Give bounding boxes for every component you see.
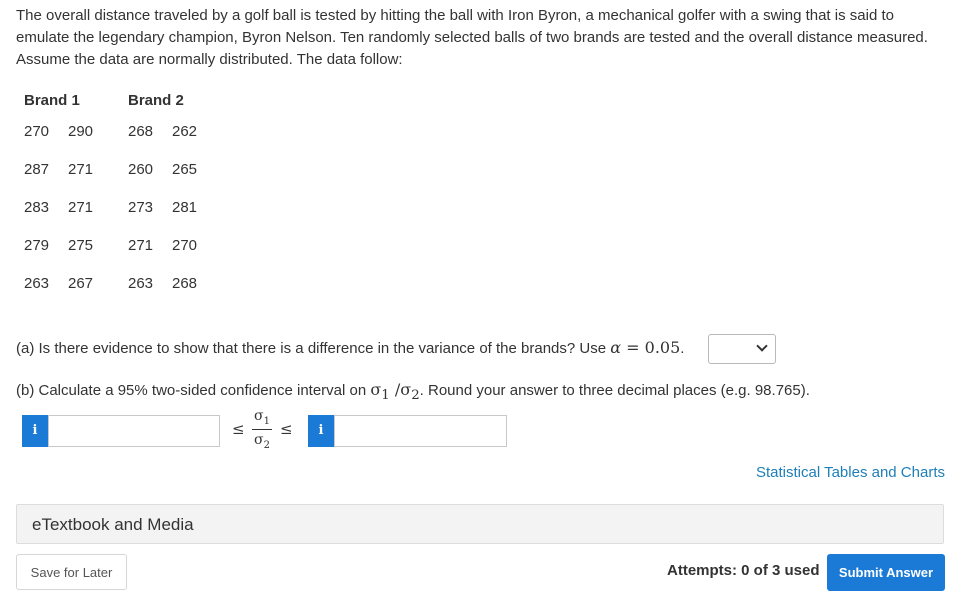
table-row: 283 271 273 281 — [24, 188, 216, 226]
info-icon[interactable]: i — [308, 415, 334, 447]
brand-2-header: Brand 2 — [128, 91, 184, 109]
fraction-numerator: σ1 — [254, 408, 270, 427]
less-equal-symbol: ≤ — [280, 420, 293, 438]
chevron-down-icon — [756, 340, 768, 352]
table-cell: 260 — [128, 160, 154, 178]
part-b-question: (b) Calculate a 95% two-sided confidence… — [16, 380, 810, 403]
table-row: 279 275 271 270 — [24, 226, 216, 264]
table-cell: 283 — [24, 198, 50, 216]
sigma2-symbol: σ — [254, 432, 264, 448]
table-cell: 270 — [172, 236, 198, 254]
brand-1-header: Brand 1 — [24, 91, 80, 109]
part-a-text: (a) Is there evidence to show that there… — [16, 340, 607, 357]
table-cell: 262 — [172, 122, 198, 140]
table-cell: 271 — [68, 198, 94, 216]
sigma1-subscript: 1 — [263, 415, 270, 427]
part-a-question: (a) Is there evidence to show that there… — [16, 338, 684, 357]
sigma-ratio-inline: σ1 /σ2 — [370, 380, 419, 403]
lower-bound-input[interactable] — [48, 415, 220, 447]
table-cell: 270 — [24, 122, 50, 140]
less-equal-symbol: ≤ — [232, 420, 245, 438]
sigma1-subscript: 1 — [381, 388, 390, 404]
table-cell: 268 — [172, 274, 198, 292]
sigma2-symbol: σ — [400, 380, 412, 399]
statistical-tables-link[interactable]: Statistical Tables and Charts — [756, 464, 945, 481]
table-cell: 281 — [172, 198, 198, 216]
submit-answer-button[interactable]: Submit Answer — [827, 554, 945, 591]
table-cell: 290 — [68, 122, 94, 140]
sigma2-subscript: 2 — [411, 388, 420, 404]
part-b-text-after: . Round your answer to three decimal pla… — [419, 382, 810, 399]
table-cell: 267 — [68, 274, 94, 292]
part-a-answer-select[interactable] — [708, 334, 776, 364]
table-cell: 279 — [24, 236, 50, 254]
table-cell: 271 — [68, 160, 94, 178]
equals-sign: = — [626, 338, 640, 357]
problem-statement: The overall distance traveled by a golf … — [16, 7, 928, 68]
sigma2-subscript: 2 — [263, 439, 270, 451]
data-table: Brand 1 Brand 2 270 290 268 262 287 271 … — [24, 88, 216, 302]
fraction-bar — [252, 429, 272, 430]
table-cell: 263 — [24, 274, 50, 292]
alpha-symbol: α — [610, 338, 622, 357]
table-cell: 275 — [68, 236, 94, 254]
table-cell: 271 — [128, 236, 154, 254]
table-cell: 263 — [128, 274, 154, 292]
fraction-denominator: σ2 — [254, 432, 270, 451]
table-cell: 287 — [24, 160, 50, 178]
table-cell: 268 — [128, 122, 154, 140]
etextbook-label: eTextbook and Media — [32, 515, 194, 534]
table-cell: 273 — [128, 198, 154, 216]
table-row: 270 290 268 262 — [24, 112, 216, 150]
info-icon[interactable]: i — [22, 415, 48, 447]
alpha-expression: α = 0.05 — [610, 338, 680, 357]
table-row: 263 267 263 268 — [24, 264, 216, 302]
sigma1-symbol: σ — [370, 380, 382, 399]
table-row: 287 271 260 265 — [24, 150, 216, 188]
etextbook-media-panel[interactable]: eTextbook and Media — [16, 504, 944, 544]
save-for-later-button[interactable]: Save for Later — [16, 554, 127, 590]
upper-bound-input[interactable] — [334, 415, 507, 447]
sigma1-symbol: σ — [254, 408, 264, 424]
part-b-text-before: (b) Calculate a 95% two-sided confidence… — [16, 382, 367, 399]
alpha-value: 0.05 — [644, 338, 681, 357]
slash: / — [389, 380, 401, 399]
part-a-period: . — [680, 340, 685, 357]
attempts-counter: Attempts: 0 of 3 used — [667, 562, 820, 579]
table-cell: 265 — [172, 160, 198, 178]
